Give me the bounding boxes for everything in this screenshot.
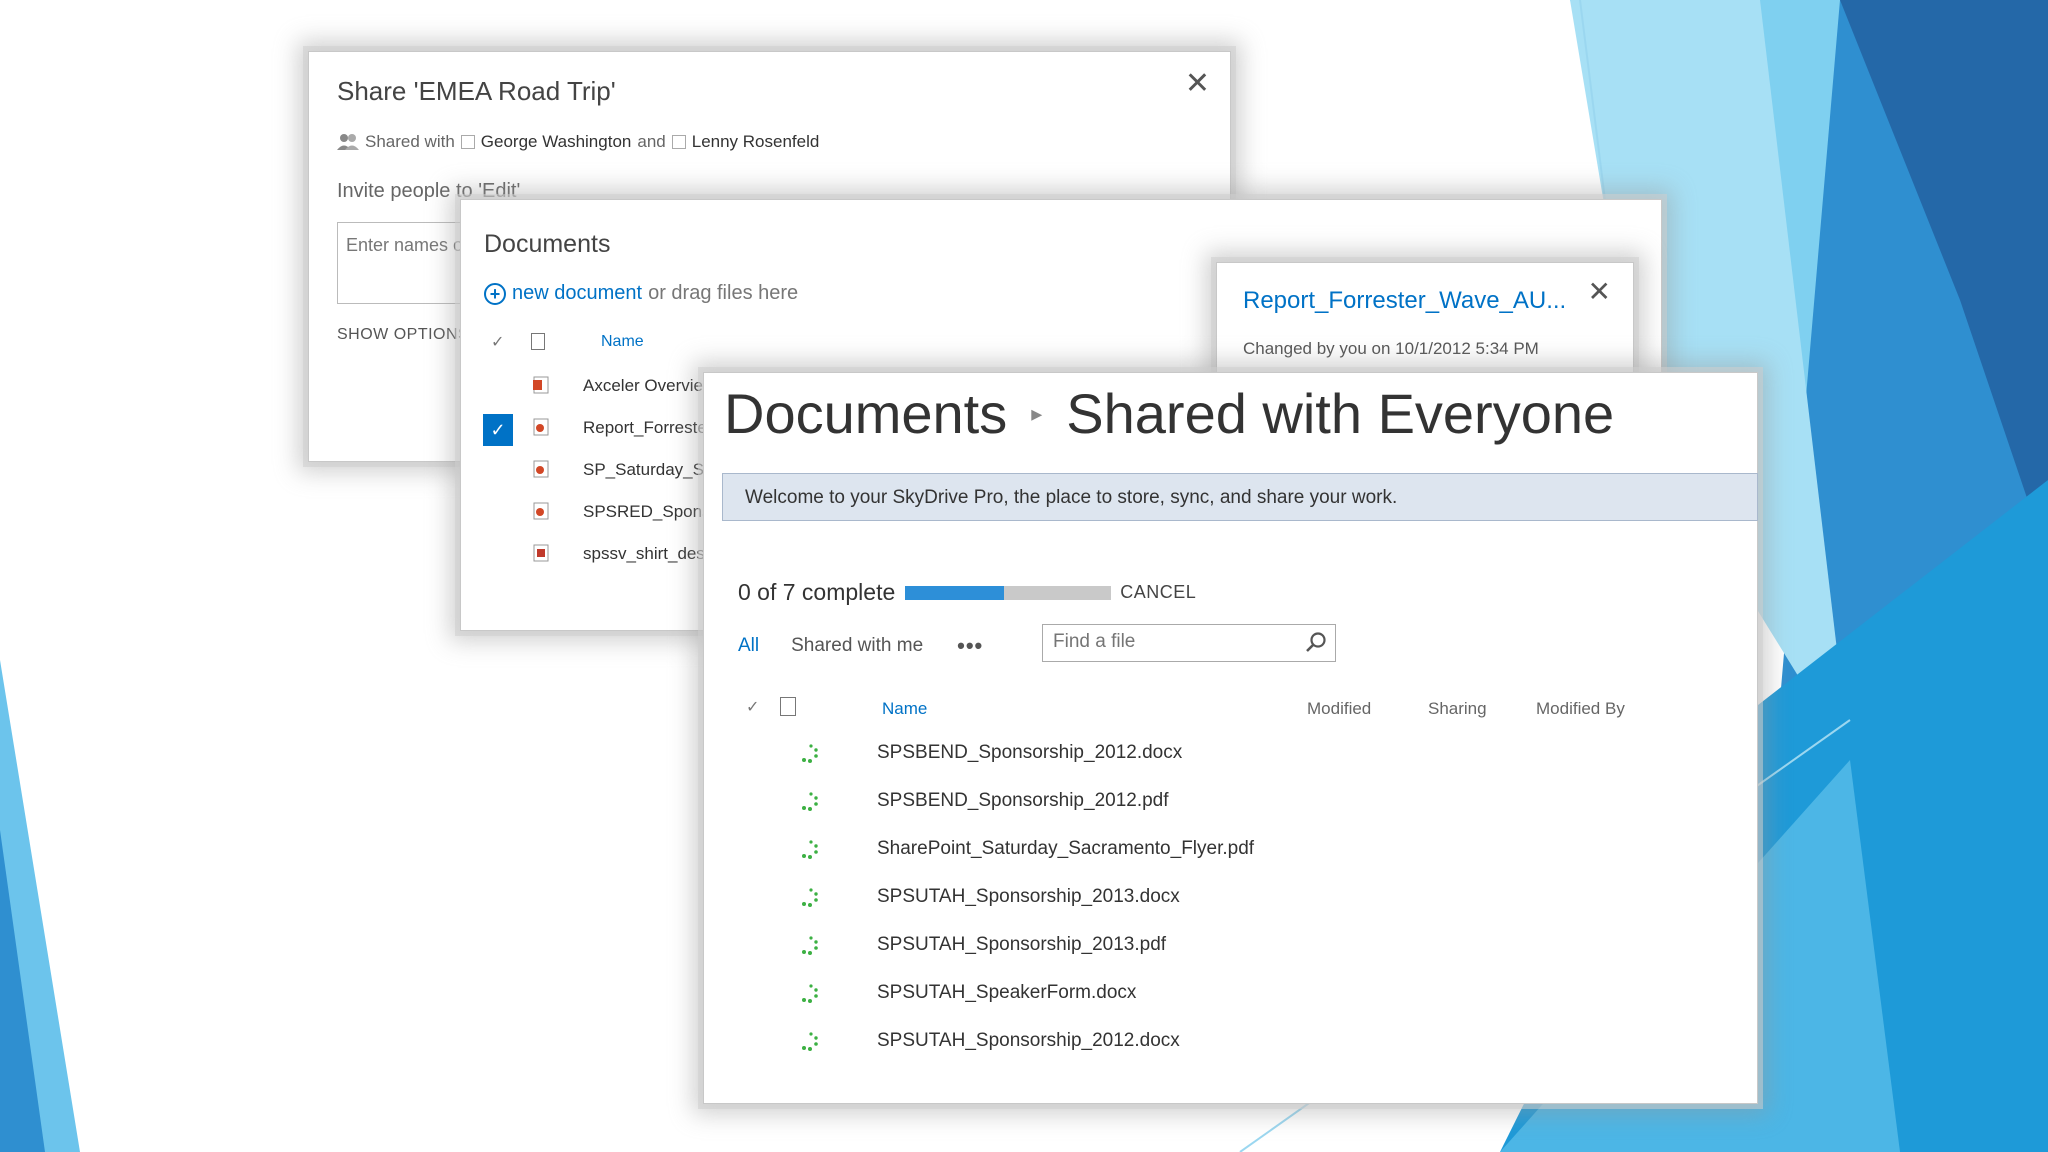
person1-name[interactable]: George Washington: [481, 132, 632, 152]
table-row[interactable]: SPSUTAH_Sponsorship_2013.pdf: [704, 925, 1757, 973]
shared-with-row: Shared with George Washington and Lenny …: [337, 132, 819, 152]
person1-checkbox[interactable]: [460, 135, 475, 149]
file-callout: Report_Forrester_Wave_AU... ✕ Changed by…: [1216, 262, 1634, 384]
welcome-text: Welcome to your SkyDrive Pro, the place …: [745, 487, 1398, 508]
file-name[interactable]: SPSUTAH_Sponsorship_2013.pdf: [877, 934, 1166, 956]
table-row[interactable]: SPSBEND_Sponsorship_2012.docx: [704, 733, 1757, 781]
modified-column-header[interactable]: Modified: [1307, 699, 1371, 719]
uploading-spinner-icon: [802, 792, 818, 811]
uploading-spinner-icon: [802, 984, 818, 1003]
file-list: SPSBEND_Sponsorship_2012.docx SPSBEND_Spo…: [704, 733, 1757, 1069]
image-file-icon: [533, 544, 549, 562]
shared-with-everyone-pane: Documents ▸ Shared with Everyone Welcome…: [703, 372, 1758, 1104]
uploading-spinner-icon: [802, 1032, 818, 1051]
close-icon[interactable]: ✕: [1588, 275, 1611, 308]
modified-by-column-header[interactable]: Modified By: [1536, 699, 1625, 719]
person2-name[interactable]: Lenny Rosenfeld: [692, 132, 820, 152]
pdf-file-icon: [533, 502, 549, 520]
breadcrumb-separator-icon: ▸: [1031, 400, 1043, 426]
progress-text: 0 of 7 complete: [738, 579, 896, 605]
file-type-icon: [780, 697, 796, 716]
more-options-icon[interactable]: •••: [957, 633, 983, 659]
file-type-icon: [531, 333, 545, 350]
file-name[interactable]: SharePoint_Saturday_Sacramento_Flyer.pdf: [877, 838, 1254, 860]
search-icon[interactable]: [1305, 631, 1327, 653]
row-checkbox[interactable]: [483, 456, 513, 488]
breadcrumb: Documents ▸ Shared with Everyone: [724, 381, 1614, 446]
cancel-button[interactable]: CANCEL: [1120, 582, 1196, 603]
breadcrumb-root[interactable]: Documents: [724, 381, 1007, 446]
file-name[interactable]: SPSBEND_Sponsorship_2012.docx: [877, 742, 1182, 764]
person2-checkbox[interactable]: [671, 135, 686, 149]
row-checkbox[interactable]: ✓: [483, 414, 513, 446]
new-document-row: + new document or drag files here: [484, 282, 798, 305]
pdf-file-icon: [533, 418, 549, 436]
powerpoint-file-icon: [533, 376, 549, 394]
show-options-link[interactable]: SHOW OPTIONS: [337, 326, 469, 344]
view-filters: All Shared with me •••: [738, 633, 983, 659]
uploading-spinner-icon: [802, 888, 818, 907]
callout-changed-text: Changed by you on 10/1/2012 5:34 PM: [1243, 339, 1539, 358]
breadcrumb-current: Shared with Everyone: [1066, 382, 1615, 445]
welcome-banner: Welcome to your SkyDrive Pro, the place …: [722, 473, 1758, 521]
name-column-header[interactable]: Name: [882, 699, 927, 719]
find-file-search[interactable]: [1042, 624, 1336, 662]
uploading-spinner-icon: [802, 936, 818, 955]
progress-bar: [905, 585, 1112, 600]
row-checkbox[interactable]: [483, 540, 513, 572]
close-icon[interactable]: ✕: [1185, 66, 1210, 101]
file-name[interactable]: SPSBEND_Sponsorship_2012.pdf: [877, 790, 1169, 812]
document-name[interactable]: Axceler Overview: [583, 376, 715, 396]
search-input[interactable]: [1051, 630, 1295, 654]
shared-with-label: Shared with: [365, 132, 455, 151]
file-name[interactable]: SPSUTAH_Sponsorship_2013.docx: [877, 886, 1180, 908]
select-all-check-icon[interactable]: ✓: [746, 697, 759, 717]
and-text: and: [637, 132, 666, 151]
callout-file-title[interactable]: Report_Forrester_Wave_AU...: [1243, 287, 1566, 315]
upload-progress: 0 of 7 complete CANCEL: [738, 579, 1196, 606]
filter-all-tab[interactable]: All: [738, 635, 759, 657]
table-row[interactable]: SharePoint_Saturday_Sacramento_Flyer.pdf: [704, 829, 1757, 877]
uploading-spinner-icon: [802, 744, 818, 763]
table-row[interactable]: SPSUTAH_SpeakerForm.docx: [704, 973, 1757, 1021]
documents-header-row: ✓ Name: [461, 330, 761, 354]
file-name[interactable]: SPSUTAH_Sponsorship_2012.docx: [877, 1030, 1180, 1052]
drag-hint: or drag files here: [648, 282, 799, 304]
uploading-spinner-icon: [802, 840, 818, 859]
select-all-check-icon[interactable]: ✓: [491, 332, 504, 352]
people-icon: [337, 134, 359, 150]
file-name[interactable]: SPSUTAH_SpeakerForm.docx: [877, 982, 1136, 1004]
row-checkbox[interactable]: [483, 372, 513, 404]
name-column-header[interactable]: Name: [601, 333, 644, 351]
table-row[interactable]: SPSUTAH_Sponsorship_2013.docx: [704, 877, 1757, 925]
filter-shared-with-me-tab[interactable]: Shared with me: [791, 635, 923, 657]
pdf-file-icon: [533, 460, 549, 478]
row-checkbox[interactable]: [483, 498, 513, 530]
share-dialog-title: Share 'EMEA Road Trip': [337, 76, 616, 106]
file-list-header: ✓ Name Modified Sharing Modified By: [704, 693, 1757, 723]
table-row[interactable]: SPSUTAH_Sponsorship_2012.docx: [704, 1021, 1757, 1069]
progress-bar-fill: [905, 585, 1005, 600]
documents-title: Documents: [484, 230, 611, 258]
table-row[interactable]: SPSBEND_Sponsorship_2012.pdf: [704, 781, 1757, 829]
sharing-column-header[interactable]: Sharing: [1428, 699, 1487, 719]
add-circle-icon[interactable]: +: [484, 282, 506, 305]
new-document-link[interactable]: new document: [512, 282, 642, 305]
